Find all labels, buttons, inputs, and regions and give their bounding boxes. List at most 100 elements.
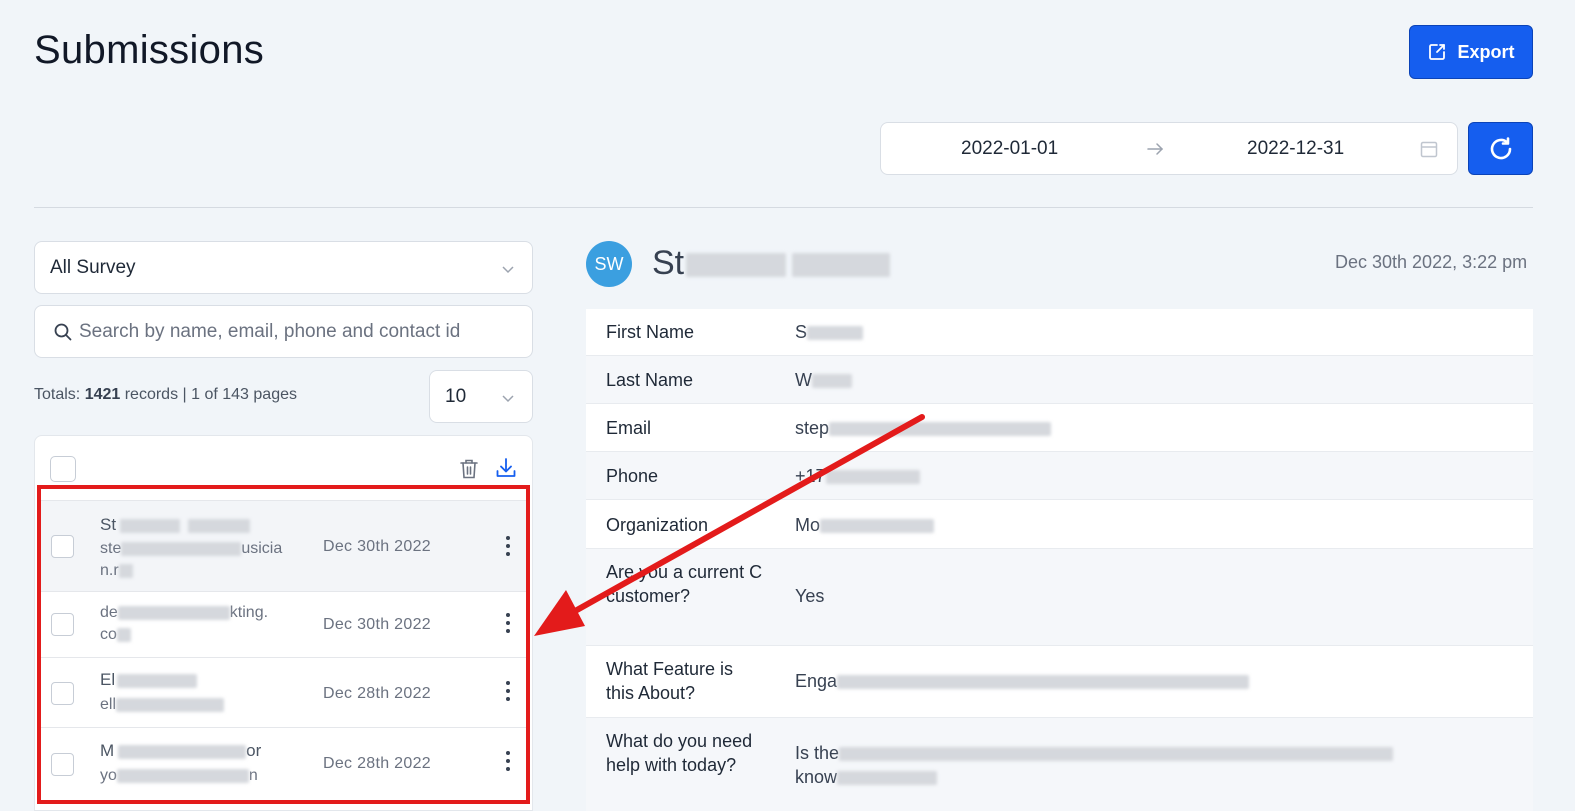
row-email-line2: co xyxy=(100,626,117,643)
detail-row-help: What do you need help with today? Is the… xyxy=(586,718,1533,811)
row-date: Dec 30th 2022 xyxy=(323,616,431,633)
list-item[interactable]: St ste usicia n.r Dec 30th 2022 xyxy=(40,500,528,591)
detail-row-feature: What Feature is this About? Enga xyxy=(586,646,1533,718)
list-item[interactable]: El ell Dec 28th 2022 xyxy=(40,657,528,727)
row-checkbox[interactable] xyxy=(51,682,74,705)
row-date: Dec 28th 2022 xyxy=(323,685,431,702)
refresh-button[interactable] xyxy=(1468,122,1533,175)
list-item[interactable]: de kting. co Dec 30th 2022 xyxy=(40,591,528,657)
field-value-text: S xyxy=(795,322,808,342)
trash-icon[interactable] xyxy=(459,458,479,480)
submission-date: Dec 30th 2022, 3:22 pm xyxy=(1335,252,1528,272)
submission-detail-table: First Name S Last Name W Email step Phon… xyxy=(586,309,1533,811)
more-vertical-icon[interactable] xyxy=(506,680,510,702)
row-name-text: St xyxy=(100,515,117,534)
field-value: Mo xyxy=(795,513,935,537)
detail-row-email: Email step xyxy=(586,404,1533,452)
avatar: SW xyxy=(586,241,632,287)
row-email-tail: usicia xyxy=(241,540,283,557)
row-email: ell xyxy=(100,694,300,716)
field-label: Phone xyxy=(606,466,659,486)
field-value: Is the know xyxy=(795,741,1394,789)
field-value: Yes xyxy=(795,586,825,606)
chevron-down-icon xyxy=(502,395,514,403)
export-icon xyxy=(1429,44,1446,60)
totals-count: 1421 xyxy=(84,386,121,403)
row-email-line2: n.r xyxy=(100,562,119,579)
field-value-text: W xyxy=(795,370,812,390)
row-checkbox[interactable] xyxy=(51,535,74,558)
search-input[interactable] xyxy=(79,316,519,348)
totals-suffix: records | 1 of 143 pages xyxy=(120,386,297,403)
row-email-text: yo xyxy=(100,767,117,784)
download-icon[interactable] xyxy=(495,457,517,479)
totals-prefix: Totals: xyxy=(34,386,85,403)
detail-row-first-name: First Name S xyxy=(586,309,1533,356)
row-email-text: ste xyxy=(100,540,122,557)
calendar-icon xyxy=(1420,141,1438,158)
chevron-down-icon xyxy=(502,266,514,274)
row-email-text: de xyxy=(100,604,118,621)
field-value-text: Mo xyxy=(795,515,821,535)
export-button[interactable]: Export xyxy=(1409,25,1533,79)
row-email-tail: kting. xyxy=(229,604,269,621)
row-name: El xyxy=(100,670,198,690)
field-label: Are you a current C customer? xyxy=(606,562,763,606)
page-title: Submissions xyxy=(34,28,265,72)
field-value-text: step xyxy=(795,418,830,438)
header-divider xyxy=(34,207,1533,208)
field-value-text: Enga xyxy=(795,671,838,691)
contact-name-text: St xyxy=(652,244,685,282)
field-value-text: +17 xyxy=(795,466,826,486)
detail-row-last-name: Last Name W xyxy=(586,356,1533,404)
more-vertical-icon[interactable] xyxy=(506,612,510,634)
contact-name: St xyxy=(652,244,891,283)
page-size-select[interactable]: 10 xyxy=(429,370,533,423)
list-item[interactable]: Mor yo n Dec 28th 2022 xyxy=(40,727,528,797)
select-all-checkbox[interactable] xyxy=(50,456,76,482)
field-value-text: Is the xyxy=(795,743,840,763)
totals-summary: Totals: 1421 records | 1 of 143 pages xyxy=(34,386,297,404)
row-date: Dec 28th 2022 xyxy=(323,755,431,772)
refresh-icon xyxy=(1490,136,1511,159)
more-vertical-icon[interactable] xyxy=(506,750,510,772)
row-name-tail: or xyxy=(246,741,262,760)
date-end[interactable]: 2022-12-31 xyxy=(1247,138,1344,160)
row-email: ste usicia n.r xyxy=(100,538,300,582)
field-value: Enga xyxy=(795,669,1250,693)
field-label: Email xyxy=(606,418,652,438)
row-email-tail: n xyxy=(248,767,258,784)
row-name: Mor xyxy=(100,741,261,761)
survey-select[interactable]: All Survey xyxy=(34,241,533,294)
field-label: What do you need help with today? xyxy=(606,731,753,775)
arrow-right-icon xyxy=(1147,143,1164,155)
survey-select-value: All Survey xyxy=(50,256,136,278)
search-icon xyxy=(54,323,72,341)
date-start[interactable]: 2022-01-01 xyxy=(961,138,1058,160)
field-value: W xyxy=(795,368,852,392)
row-name-text: El xyxy=(100,670,116,689)
row-email-text: ell xyxy=(100,696,117,713)
field-value-line2: know xyxy=(795,767,838,787)
detail-row-organization: Organization Mo xyxy=(586,500,1533,549)
field-value: +17 xyxy=(795,464,920,488)
row-date: Dec 30th 2022 xyxy=(323,538,431,555)
submission-list: St ste usicia n.r Dec 30th 2022 de kting. co… xyxy=(34,435,533,811)
field-value: step xyxy=(795,416,1052,440)
detail-row-phone: Phone +17 xyxy=(586,452,1533,500)
row-name: St xyxy=(100,515,251,535)
row-email: yo n xyxy=(100,765,300,787)
row-checkbox[interactable] xyxy=(51,753,74,776)
search-box[interactable] xyxy=(34,305,533,358)
row-name-text: M xyxy=(100,741,115,760)
field-label: First Name xyxy=(606,322,695,342)
field-label: Organization xyxy=(606,515,709,535)
field-label: Last Name xyxy=(606,370,694,390)
export-label: Export xyxy=(1457,41,1515,62)
detail-row-current-customer: Are you a current C customer? Yes xyxy=(586,549,1533,646)
page-size-value: 10 xyxy=(445,385,467,407)
date-range-picker[interactable]: 2022-01-01 2022-12-31 xyxy=(880,122,1458,175)
row-checkbox[interactable] xyxy=(51,613,74,636)
more-vertical-icon[interactable] xyxy=(506,535,510,557)
field-value: S xyxy=(795,320,864,344)
